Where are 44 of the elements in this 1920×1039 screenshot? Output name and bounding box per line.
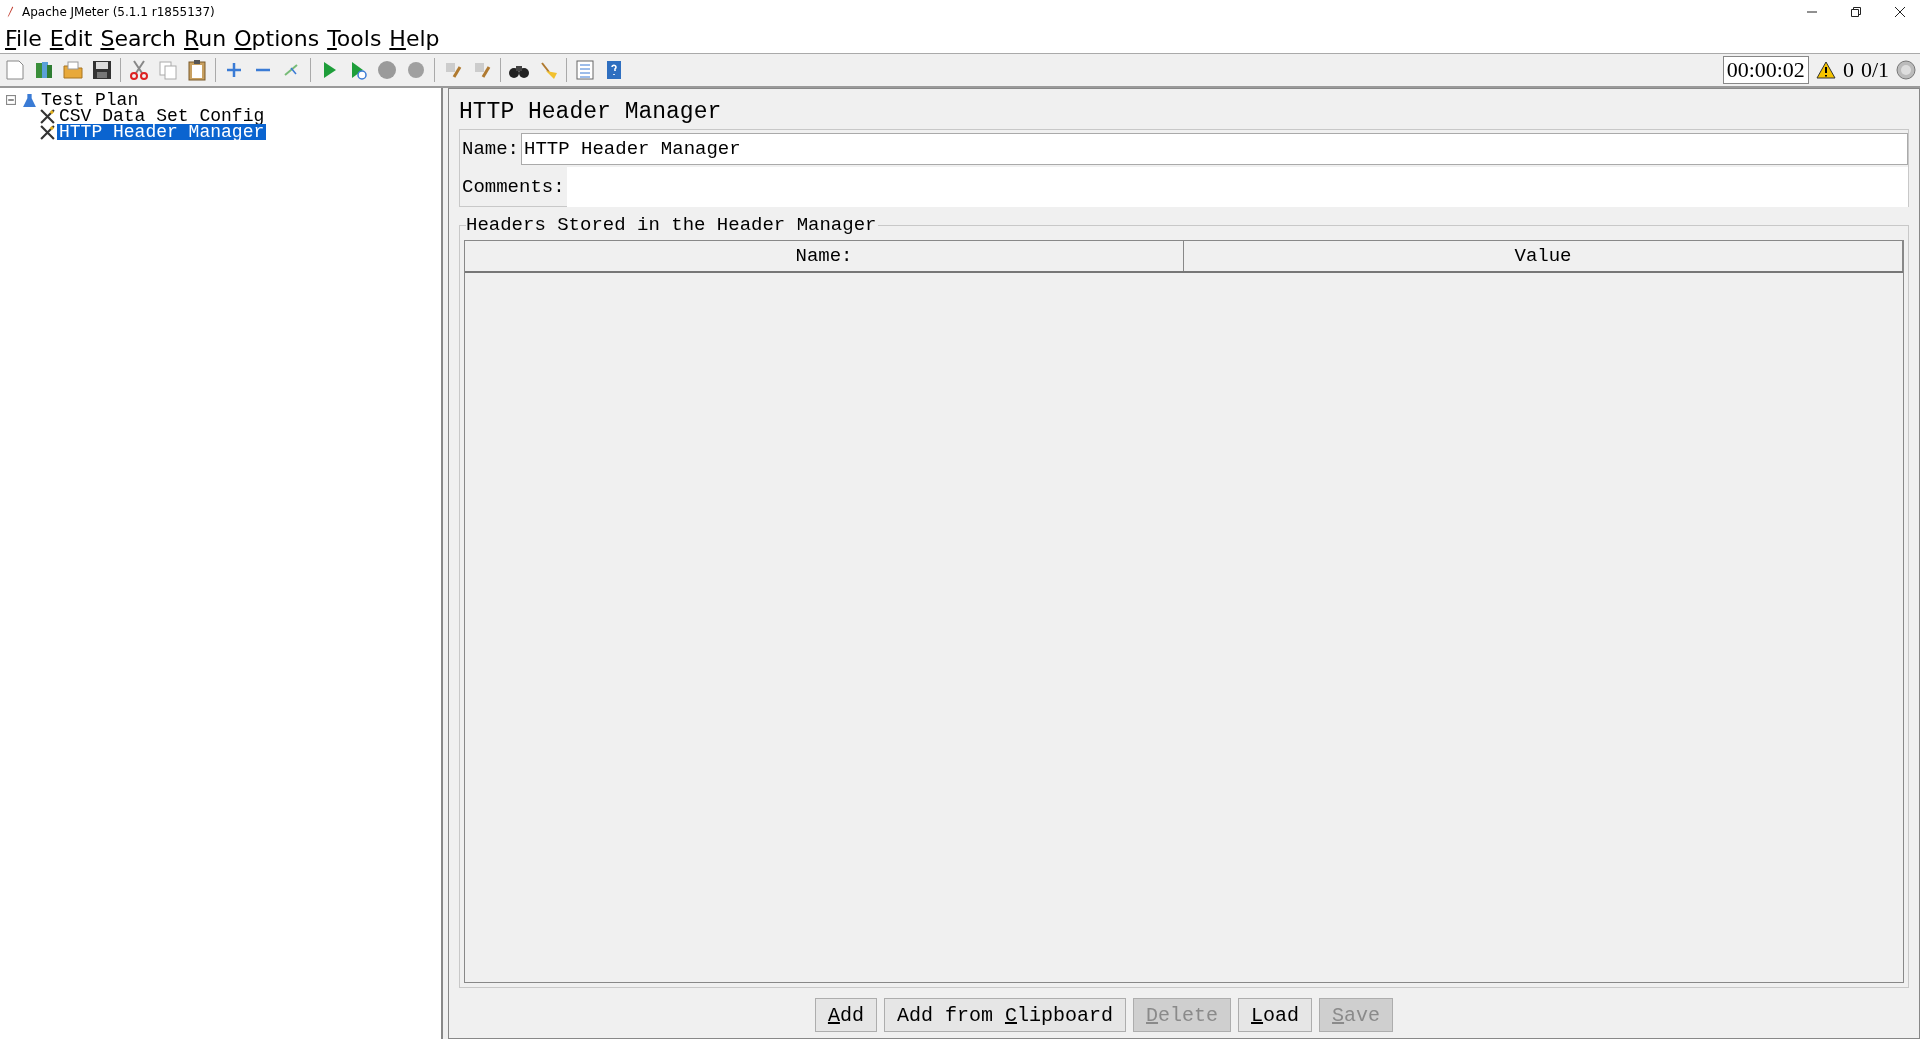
tree-item[interactable]: Test Plan bbox=[39, 92, 141, 108]
thread-count: 0/1 bbox=[1860, 57, 1889, 83]
restore-icon[interactable] bbox=[1850, 6, 1862, 18]
stop-icon[interactable] bbox=[376, 59, 398, 81]
name-field[interactable]: HTTP Header Manager bbox=[521, 133, 1908, 165]
templates-icon[interactable] bbox=[33, 59, 55, 81]
field-label: Comments: bbox=[462, 176, 565, 198]
tools-icon bbox=[40, 124, 55, 140]
warning-count: 0 bbox=[1842, 57, 1854, 83]
warning-icon[interactable] bbox=[1815, 60, 1836, 80]
action-button[interactable]: Add from Clipboard bbox=[883, 998, 1126, 1032]
tree-toggle-icon[interactable] bbox=[6, 95, 16, 105]
action-button[interactable]: Add bbox=[814, 998, 877, 1032]
new-file-icon[interactable] bbox=[4, 59, 26, 81]
save-icon[interactable] bbox=[91, 59, 113, 81]
paste-icon[interactable] bbox=[186, 59, 208, 81]
copy-icon[interactable] bbox=[157, 59, 179, 81]
action-button[interactable]: Load bbox=[1238, 998, 1313, 1032]
menu-item[interactable]: Options bbox=[234, 25, 320, 52]
column-header[interactable]: Value bbox=[1184, 241, 1903, 271]
flask-icon bbox=[22, 92, 37, 108]
menu-item[interactable]: Search bbox=[100, 25, 177, 52]
menu-item[interactable]: Help bbox=[389, 25, 440, 52]
close-icon[interactable] bbox=[1894, 6, 1906, 18]
menu-item[interactable]: File bbox=[5, 25, 42, 52]
menu-item[interactable]: Tools bbox=[327, 25, 382, 52]
open-folder-icon[interactable] bbox=[62, 59, 84, 81]
elapsed-timer: 00:00:02 bbox=[1722, 56, 1809, 84]
comments-field[interactable] bbox=[566, 167, 1908, 207]
cut-icon[interactable] bbox=[128, 59, 150, 81]
column-header[interactable]: Name: bbox=[465, 241, 1184, 271]
menu-item[interactable]: Run bbox=[184, 25, 227, 52]
feather-icon bbox=[6, 5, 14, 19]
activity-icon bbox=[1896, 60, 1916, 80]
window-title: Apache JMeter (5.1.1 r1855137) bbox=[22, 5, 215, 19]
function-helper-icon[interactable] bbox=[574, 59, 596, 81]
tree-item[interactable]: CSV Data Set Config bbox=[57, 108, 267, 124]
menu-item[interactable]: Edit bbox=[49, 25, 93, 52]
tree-item[interactable]: HTTP Header Manager bbox=[57, 124, 267, 140]
panel-title: HTTP Header Manager bbox=[459, 99, 723, 125]
group-title: Headers Stored in the Header Manager bbox=[466, 214, 879, 236]
tools-icon bbox=[40, 108, 55, 124]
shutdown-icon[interactable] bbox=[405, 59, 427, 81]
field-label: Name: bbox=[462, 138, 519, 160]
